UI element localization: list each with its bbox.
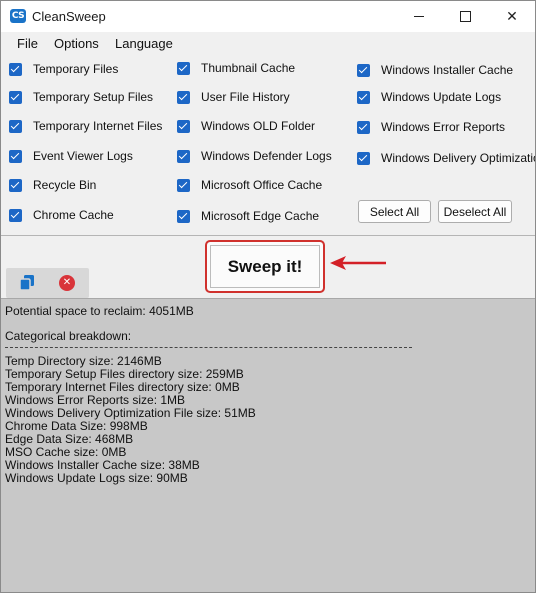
checkbox-checked-icon[interactable] bbox=[9, 178, 22, 192]
output-toolbar: ✕ bbox=[6, 268, 89, 298]
checkbox-checked-icon[interactable] bbox=[177, 178, 190, 192]
checkbox-label: Chrome Cache bbox=[33, 208, 114, 222]
checkbox-microsoft-office-cache[interactable]: Microsoft Office Cache bbox=[177, 178, 322, 192]
menu-options[interactable]: Options bbox=[54, 36, 99, 51]
checkbox-windows-error-reports[interactable]: Windows Error Reports bbox=[357, 120, 505, 134]
breakdown-header: Categorical breakdown: bbox=[5, 329, 132, 343]
checkbox-label: Recycle Bin bbox=[33, 178, 97, 192]
deselect-all-button[interactable]: Deselect All bbox=[438, 200, 512, 223]
checkbox-temporary-files[interactable]: Temporary Files bbox=[9, 62, 118, 76]
checkbox-user-file-history[interactable]: User File History bbox=[177, 90, 290, 104]
close-icon: ✕ bbox=[506, 8, 518, 25]
checkbox-label: Windows Delivery Optimization bbox=[381, 151, 536, 165]
checkbox-checked-icon[interactable] bbox=[177, 209, 190, 223]
output-divider bbox=[5, 347, 412, 348]
maximize-button[interactable] bbox=[442, 1, 488, 32]
checkbox-windows-defender-logs[interactable]: Windows Defender Logs bbox=[177, 149, 332, 163]
checkbox-checked-icon[interactable] bbox=[9, 149, 22, 163]
checkbox-label: Windows OLD Folder bbox=[201, 119, 316, 133]
select-all-button[interactable]: Select All bbox=[358, 200, 431, 223]
checkbox-recycle-bin[interactable]: Recycle Bin bbox=[9, 178, 96, 192]
output-log: Potential space to reclaim: 4051MB Categ… bbox=[1, 298, 535, 592]
minimize-button[interactable] bbox=[396, 1, 442, 32]
checkbox-label: Windows Defender Logs bbox=[201, 149, 332, 163]
close-button[interactable]: ✕ bbox=[489, 1, 535, 32]
checkbox-chrome-cache[interactable]: Chrome Cache bbox=[9, 208, 114, 222]
checkbox-label: Temporary Setup Files bbox=[33, 90, 154, 104]
menu-bar: File Options Language bbox=[1, 32, 535, 56]
checkbox-label: Windows Installer Cache bbox=[381, 63, 514, 77]
checkbox-windows-update-logs[interactable]: Windows Update Logs bbox=[357, 90, 501, 104]
checkbox-label: Temporary Internet Files bbox=[33, 119, 163, 133]
clear-icon[interactable]: ✕ bbox=[59, 275, 75, 291]
checkbox-label: Temporary Files bbox=[33, 62, 119, 76]
title-bar: CS CleanSweep ✕ bbox=[1, 1, 535, 32]
checkbox-checked-icon[interactable] bbox=[357, 151, 370, 165]
checkbox-label: User File History bbox=[201, 90, 290, 104]
checkbox-label: Windows Error Reports bbox=[381, 120, 506, 134]
checkbox-checked-icon[interactable] bbox=[177, 90, 190, 104]
window-title: CleanSweep bbox=[32, 9, 106, 24]
checkbox-microsoft-edge-cache[interactable]: Microsoft Edge Cache bbox=[177, 209, 319, 223]
checkbox-checked-icon[interactable] bbox=[9, 62, 22, 76]
checkbox-temporary-setup-files[interactable]: Temporary Setup Files bbox=[9, 90, 153, 104]
checkbox-windows-delivery-optimization[interactable]: Windows Delivery Optimization bbox=[357, 151, 536, 165]
cleanup-options-panel: Temporary Files Temporary Setup Files Te… bbox=[1, 56, 535, 236]
checkbox-checked-icon[interactable] bbox=[9, 208, 22, 222]
menu-language[interactable]: Language bbox=[115, 36, 173, 51]
annotation-arrow-icon bbox=[330, 256, 386, 270]
checkbox-label: Event Viewer Logs bbox=[33, 149, 133, 163]
checkbox-checked-icon[interactable] bbox=[357, 90, 370, 104]
checkbox-label: Thumbnail Cache bbox=[201, 61, 296, 75]
checkbox-checked-icon[interactable] bbox=[9, 119, 22, 133]
app-window: CS CleanSweep ✕ File Options Language Te… bbox=[0, 0, 536, 593]
checkbox-checked-icon[interactable] bbox=[357, 120, 370, 134]
app-logo-icon: CS bbox=[10, 9, 26, 23]
checkbox-temporary-internet-files[interactable]: Temporary Internet Files bbox=[9, 119, 162, 133]
checkbox-windows-old-folder[interactable]: Windows OLD Folder bbox=[177, 119, 315, 133]
minimize-icon bbox=[414, 16, 424, 17]
log-line: Windows Update Logs size: 90MB bbox=[5, 471, 188, 485]
checkbox-thumbnail-cache[interactable]: Thumbnail Cache bbox=[177, 61, 295, 75]
maximize-icon bbox=[459, 11, 471, 22]
checkbox-label: Windows Update Logs bbox=[381, 90, 502, 104]
checkbox-event-viewer-logs[interactable]: Event Viewer Logs bbox=[9, 149, 133, 163]
sweep-button[interactable]: Sweep it! bbox=[205, 240, 325, 293]
checkbox-label: Microsoft Edge Cache bbox=[201, 209, 320, 223]
copy-icon[interactable] bbox=[18, 274, 36, 292]
checkbox-checked-icon[interactable] bbox=[357, 63, 370, 77]
checkbox-checked-icon[interactable] bbox=[177, 119, 190, 133]
checkbox-checked-icon[interactable] bbox=[177, 149, 190, 163]
checkbox-checked-icon[interactable] bbox=[9, 90, 22, 104]
checkbox-label: Microsoft Office Cache bbox=[201, 178, 323, 192]
menu-file[interactable]: File bbox=[17, 36, 38, 51]
checkbox-checked-icon[interactable] bbox=[177, 61, 190, 75]
potential-space-text: Potential space to reclaim: 4051MB bbox=[5, 304, 194, 318]
checkbox-windows-installer-cache[interactable]: Windows Installer Cache bbox=[357, 63, 513, 77]
